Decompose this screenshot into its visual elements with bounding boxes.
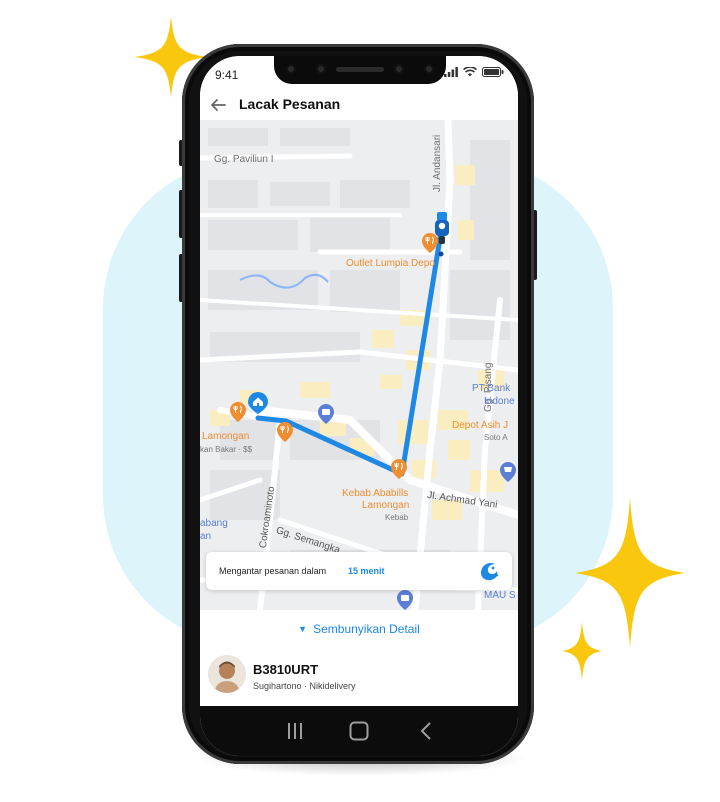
nikidelivery-logo-icon	[481, 563, 499, 581]
map-street-label: Jl. Andansari	[432, 134, 443, 192]
map-place-label: kan Bakar · $$	[200, 445, 253, 454]
hide-detail-toggle[interactable]: ▼ Sembunyikan Detail	[200, 622, 518, 636]
front-camera	[424, 64, 434, 74]
map-view[interactable]: Gg. Paviliun I Jl. Andansari Gg. Pisang …	[200, 120, 518, 610]
sparkle-icon	[562, 622, 602, 680]
front-camera	[316, 64, 326, 74]
map-place-label: Lamongan	[362, 500, 410, 511]
shopping-marker-icon[interactable]	[500, 462, 516, 482]
map-place-label: Outlet Lumpia Depo	[346, 258, 435, 269]
earpiece-speaker	[336, 67, 384, 72]
shopping-marker-icon[interactable]	[397, 590, 413, 610]
courier-scooter-icon	[435, 212, 449, 244]
map-place-label: abang	[200, 518, 228, 529]
driver-info: Sugihartono · Nikidelivery	[253, 681, 356, 691]
vehicle-plate: B3810URT	[253, 662, 319, 677]
shopping-marker-icon[interactable]	[318, 404, 334, 424]
map-place-label: Kebab	[385, 513, 409, 522]
page-title: Lacak Pesanan	[239, 96, 341, 112]
phone-screen: 9:41 Lacak Pesanan Gg. Paviliun I Jl. An…	[200, 56, 518, 756]
map-place-label: Soto A	[484, 433, 508, 442]
restaurant-marker-icon[interactable]	[230, 402, 246, 422]
restaurant-marker-icon[interactable]	[277, 422, 293, 442]
map-place-label: PT Bank	[472, 383, 511, 394]
eta-card: Mengantar pesanan dalam 15 menit	[206, 552, 512, 590]
map-place-label: Indone	[484, 396, 515, 407]
map-place-label: Lamongan	[202, 431, 250, 442]
status-icons	[444, 67, 504, 77]
arrow-left-icon[interactable]	[208, 95, 228, 115]
front-camera	[286, 64, 296, 74]
front-camera	[394, 64, 404, 74]
map-place-label: MAU S	[484, 590, 516, 601]
status-time: 9:41	[215, 68, 239, 82]
map-place-label: Kebab Ababills	[342, 488, 409, 499]
map-roads	[200, 120, 518, 610]
recent-apps-icon[interactable]	[286, 722, 304, 740]
restaurant-marker-icon[interactable]	[391, 459, 407, 479]
caret-down-icon: ▼	[298, 624, 308, 634]
avatar	[208, 655, 246, 693]
back-chevron-icon[interactable]	[419, 722, 433, 740]
wifi-icon	[463, 67, 477, 77]
map-street-label: Gg. Paviliun I	[214, 154, 274, 165]
signal-icon	[444, 67, 458, 77]
status-bar: 9:41	[200, 56, 518, 90]
order-detail-sheet: ▼ Sembunyikan Detail B3810URT Sugihartono…	[200, 610, 518, 706]
battery-icon	[482, 67, 504, 77]
map-place-label: an	[200, 531, 212, 542]
map-place-label: Depot Asih J	[452, 420, 509, 431]
eta-time: 15 menit	[348, 566, 385, 576]
system-nav-bar	[200, 706, 518, 756]
home-marker-icon[interactable]	[248, 392, 268, 414]
hide-detail-label: Sembunyikan Detail	[313, 622, 420, 636]
app-bar: Lacak Pesanan	[200, 90, 518, 120]
camera-notch	[274, 56, 446, 84]
eta-label: Mengantar pesanan dalam	[219, 566, 327, 576]
home-icon[interactable]	[349, 721, 369, 741]
driver-avatar-icon	[208, 655, 246, 693]
